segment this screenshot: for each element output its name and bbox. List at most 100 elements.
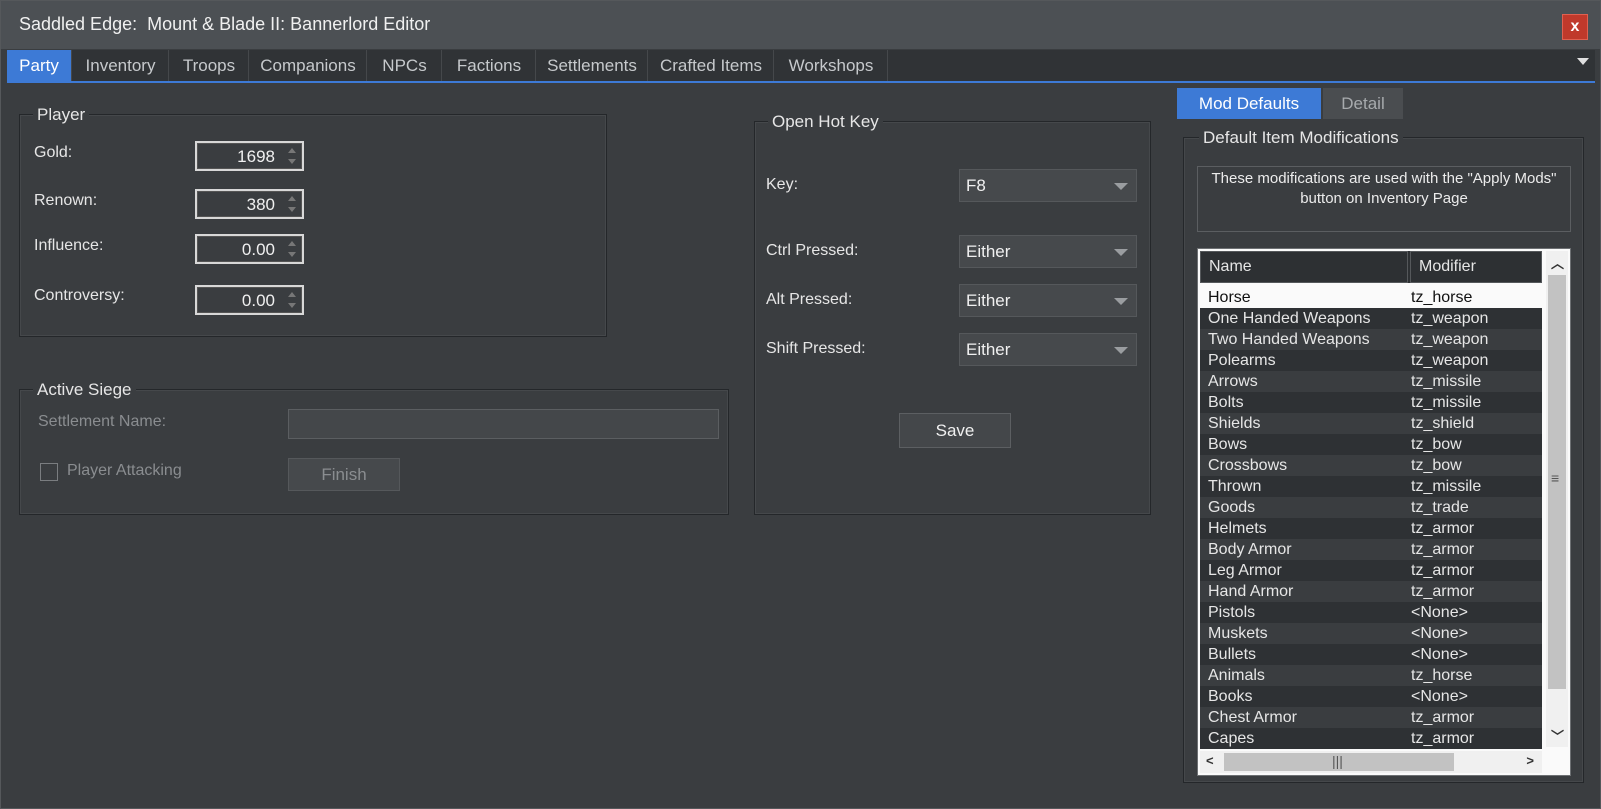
item-name: Bolts [1208, 394, 1244, 411]
vertical-scrollbar[interactable]: ︿ ≡ ﹀ [1546, 251, 1568, 747]
list-item[interactable]: Goods tz_trade [1200, 497, 1542, 518]
item-modifier: tz_horse [1411, 667, 1473, 684]
tab-npcs[interactable]: NPCs [368, 50, 442, 81]
item-modifier: tz_weapon [1411, 310, 1489, 327]
item-modifier: tz_missile [1411, 394, 1482, 411]
chevron-down-icon[interactable]: ﹀ [1551, 726, 1564, 745]
item-modifier: <None> [1411, 625, 1468, 642]
list-item[interactable]: Pistols <None> [1200, 602, 1542, 623]
list-item[interactable]: Hand Armor tz_armor [1200, 581, 1542, 602]
active-siege-title: Active Siege [33, 380, 136, 400]
modifications-list[interactable]: Name Modifier Horse tz_horse One Handed We… [1197, 248, 1571, 776]
item-modifier: tz_bow [1411, 436, 1462, 453]
tab-overflow-chevron-down-icon[interactable] [1577, 58, 1589, 65]
item-name: Thrown [1208, 478, 1262, 495]
list-item[interactable]: Crossbows tz_bow [1200, 455, 1542, 476]
list-item[interactable]: Bolts tz_missile [1200, 392, 1542, 413]
influence-stepper[interactable]: 0.00 [195, 234, 304, 264]
shift-pressed-label: Shift Pressed: [766, 340, 866, 357]
alt-pressed-value: Either [966, 291, 1011, 310]
close-button[interactable]: x [1562, 14, 1588, 40]
item-name: Pistols [1208, 604, 1256, 621]
tab-factions[interactable]: Factions [443, 50, 536, 81]
finish-button[interactable]: Finish [288, 458, 400, 491]
list-item[interactable]: Thrown tz_missile [1200, 476, 1542, 497]
settlement-name-input[interactable] [288, 409, 719, 439]
item-name: Leg Armor [1208, 562, 1282, 579]
controversy-stepper[interactable]: 0.00 [195, 285, 304, 315]
list-item[interactable]: Leg Armor tz_armor [1200, 560, 1542, 581]
list-item[interactable]: Shields tz_shield [1200, 413, 1542, 434]
player-attacking-checkbox[interactable] [40, 463, 58, 481]
chevron-down-icon [1114, 298, 1128, 305]
list-item[interactable]: Body Armor tz_armor [1200, 539, 1542, 560]
list-item[interactable]: Polearms tz_weapon [1200, 350, 1542, 371]
chevron-left-icon[interactable]: < [1206, 753, 1214, 768]
tab-workshops[interactable]: Workshops [775, 50, 888, 81]
renown-stepper[interactable]: 380 [195, 189, 304, 219]
spin-arrows-icon[interactable] [285, 289, 299, 311]
gold-stepper[interactable]: 1698 [195, 141, 304, 171]
tab-troops[interactable]: Troops [170, 50, 249, 81]
tab-detail[interactable]: Detail [1323, 88, 1403, 119]
key-select[interactable]: F8 [959, 169, 1137, 202]
list-item[interactable]: One Handed Weapons tz_weapon [1200, 308, 1542, 329]
ctrl-pressed-select[interactable]: Either [959, 235, 1137, 268]
tab-inventory[interactable]: Inventory [73, 50, 169, 81]
item-modifier: tz_armor [1411, 583, 1475, 600]
chevron-down-icon [1114, 347, 1128, 354]
list-item[interactable]: Animals tz_horse [1200, 665, 1542, 686]
grip-icon: ||| [1332, 753, 1343, 769]
chevron-right-icon[interactable]: > [1526, 753, 1534, 768]
chevron-up-icon[interactable]: ︿ [1551, 253, 1564, 272]
ctrl-pressed-label: Ctrl Pressed: [766, 242, 859, 259]
list-item[interactable]: Bows tz_bow [1200, 434, 1542, 455]
gold-label: Gold: [34, 144, 73, 161]
item-name: Muskets [1208, 625, 1268, 642]
vertical-scroll-thumb[interactable]: ≡ [1548, 275, 1566, 689]
list-item[interactable]: Capes tz_armor [1200, 728, 1542, 749]
column-header-modifier[interactable]: Modifier [1410, 251, 1542, 283]
tab-party[interactable]: Party [7, 50, 72, 81]
item-name: Goods [1208, 499, 1256, 516]
item-name: Hand Armor [1208, 583, 1294, 600]
key-label: Key: [766, 176, 799, 193]
alt-pressed-select[interactable]: Either [959, 284, 1137, 317]
default-item-mods-title: Default Item Modifications [1199, 128, 1403, 148]
tab-mod-defaults[interactable]: Mod Defaults [1177, 88, 1321, 119]
list-header: Name Modifier [1200, 251, 1542, 283]
editor-window: Saddled Edge: Mount & Blade II: Bannerlo… [0, 0, 1601, 809]
shift-pressed-select[interactable]: Either [959, 333, 1137, 366]
tab-settlements[interactable]: Settlements [537, 50, 648, 81]
list-item[interactable]: Two Handed Weapons tz_weapon [1200, 329, 1542, 350]
list-item[interactable]: Arrows tz_missile [1200, 371, 1542, 392]
horizontal-scrollbar[interactable]: < ||| > [1200, 751, 1542, 773]
list-item[interactable]: Horse tz_horse [1200, 287, 1542, 308]
list-item[interactable]: Books <None> [1200, 686, 1542, 707]
alt-pressed-label: Alt Pressed: [766, 291, 853, 308]
player-attacking-label: Player Attacking [67, 462, 182, 479]
spin-arrows-icon[interactable] [285, 238, 299, 260]
tab-crafted-items[interactable]: Crafted Items [649, 50, 774, 81]
item-modifier: tz_armor [1411, 520, 1475, 537]
list-item[interactable]: Muskets <None> [1200, 623, 1542, 644]
list-item[interactable]: Helmets tz_armor [1200, 518, 1542, 539]
spin-arrows-icon[interactable] [285, 193, 299, 215]
item-name: Bullets [1208, 646, 1257, 663]
list-item[interactable]: Chest Armor tz_armor [1200, 707, 1542, 728]
list-item[interactable]: Bullets <None> [1200, 644, 1542, 665]
item-modifier: tz_weapon [1411, 352, 1489, 369]
tab-companions[interactable]: Companions [250, 50, 367, 81]
item-name: Capes [1208, 730, 1255, 747]
key-select-value: F8 [966, 176, 986, 195]
grip-icon: ≡ [1551, 470, 1560, 486]
gold-value: 1698 [237, 147, 275, 166]
item-modifier: tz_armor [1411, 541, 1475, 558]
column-header-name[interactable]: Name [1200, 251, 1408, 283]
renown-label: Renown: [34, 192, 98, 209]
close-icon: x [1570, 18, 1580, 35]
horizontal-scroll-thumb[interactable]: ||| [1224, 753, 1454, 771]
main-tab-bar: Party Inventory Troops Companions NPCs F… [7, 50, 1595, 83]
save-button[interactable]: Save [899, 413, 1011, 448]
spin-arrows-icon[interactable] [285, 145, 299, 167]
